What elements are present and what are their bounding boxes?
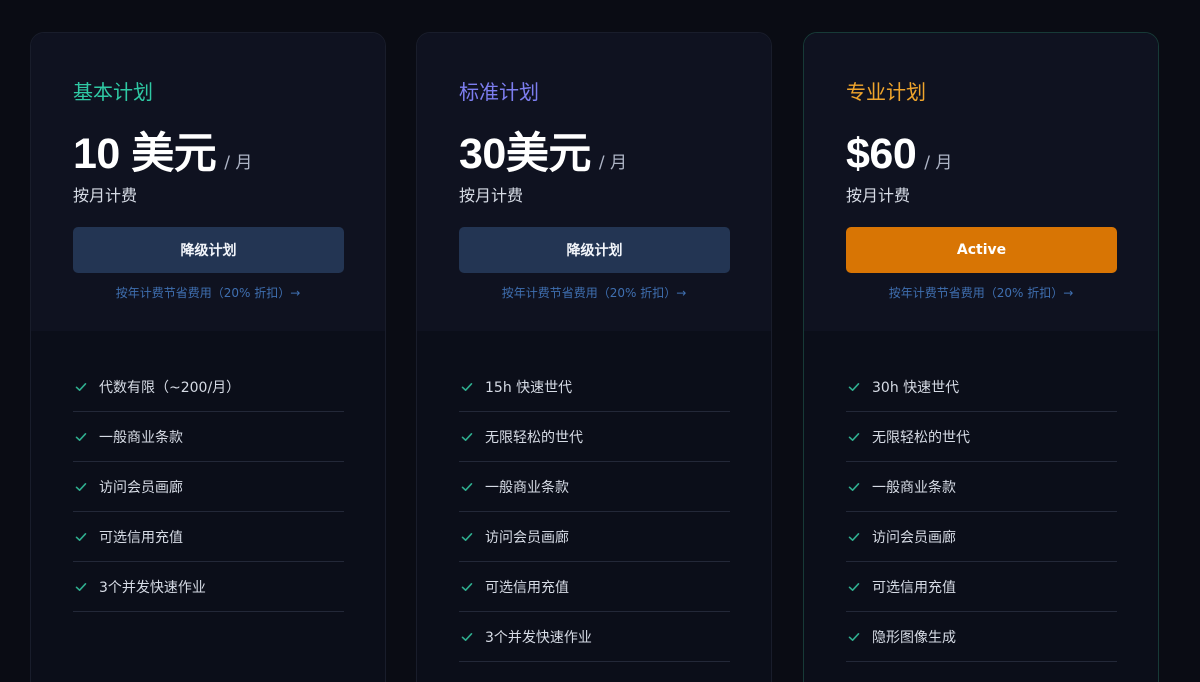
feature-text: 3个并发快速作业 xyxy=(485,629,592,646)
plan-price: 10 美元 xyxy=(73,130,217,178)
check-icon xyxy=(848,382,860,391)
feature-text: 一般商业条款 xyxy=(99,429,183,446)
check-icon xyxy=(75,382,87,391)
feature-text: 访问会员画廊 xyxy=(99,479,183,496)
plan-name: 基本计划 xyxy=(73,80,153,104)
downgrade-plan-button[interactable]: 降级计划 xyxy=(73,227,344,273)
check-icon xyxy=(461,482,473,491)
plan-price: 30美元 xyxy=(459,130,591,178)
annual-billing-link[interactable]: 按年计费节省费用（20% 折扣）→ xyxy=(804,285,1158,301)
feature-text: 一般商业条款 xyxy=(872,479,956,496)
feature-text: 访问会员画廊 xyxy=(872,529,956,546)
check-icon xyxy=(75,532,87,541)
check-icon xyxy=(461,382,473,391)
check-icon xyxy=(75,432,87,441)
annual-billing-link[interactable]: 按年计费节省费用（20% 折扣）→ xyxy=(417,285,771,301)
check-icon xyxy=(75,582,87,591)
downgrade-plan-button[interactable]: 降级计划 xyxy=(459,227,730,273)
feature-text: 3个并发快速作业 xyxy=(99,579,206,596)
feature-item: 访问会员画廊 xyxy=(459,512,730,562)
plan-card-pro: 专业计划 $60 / 月 按月计费 Active 按年计费节省费用（20% 折扣）… xyxy=(803,32,1159,682)
feature-text: 可选信用充值 xyxy=(485,579,569,596)
feature-item: 15h 快速世代 xyxy=(459,362,730,412)
plan-card-standard: 标准计划 30美元 / 月 按月计费 降级计划 按年计费节省费用（20% 折扣）→… xyxy=(416,32,772,682)
feature-item: 代数有限（~200/月） xyxy=(73,362,344,412)
feature-item: 一般商业条款 xyxy=(73,412,344,462)
check-icon xyxy=(75,482,87,491)
check-icon xyxy=(461,532,473,541)
annual-billing-link[interactable]: 按年计费节省费用（20% 折扣）→ xyxy=(31,285,385,301)
feature-text: 无限轻松的世代 xyxy=(485,429,583,446)
feature-text: 无限轻松的世代 xyxy=(872,429,970,446)
billing-cycle: 按月计费 xyxy=(846,186,911,205)
check-icon xyxy=(848,432,860,441)
pricing-page: 基本计划 10 美元 / 月 按月计费 降级计划 按年计费节省费用（20% 折扣）… xyxy=(0,0,1200,682)
check-icon xyxy=(848,482,860,491)
feature-text: 隐形图像生成 xyxy=(872,629,956,646)
feature-item: 访问会员画廊 xyxy=(846,512,1117,562)
feature-text: 15h 快速世代 xyxy=(485,379,573,396)
feature-item: 30h 快速世代 xyxy=(846,362,1117,412)
feature-item: 一般商业条款 xyxy=(459,462,730,512)
check-icon xyxy=(848,582,860,591)
feature-list: 代数有限（~200/月） 一般商业条款 访问会员画廊 可选信用充值 3个并发快速作业 xyxy=(73,362,344,612)
feature-list: 15h 快速世代 无限轻松的世代 一般商业条款 访问会员画廊 可选信用充值 3个并发快速作… xyxy=(459,362,730,662)
feature-text: 一般商业条款 xyxy=(485,479,569,496)
plan-card-basic: 基本计划 10 美元 / 月 按月计费 降级计划 按年计费节省费用（20% 折扣）… xyxy=(30,32,386,682)
price-row: 10 美元 / 月 xyxy=(73,129,252,179)
plan-name: 专业计划 xyxy=(846,80,926,104)
feature-item: 可选信用充值 xyxy=(459,562,730,612)
price-row: $60 / 月 xyxy=(846,129,952,179)
feature-text: 代数有限（~200/月） xyxy=(99,379,241,396)
feature-item: 3个并发快速作业 xyxy=(459,612,730,662)
price-period: / 月 xyxy=(924,153,953,173)
check-icon xyxy=(848,532,860,541)
price-period: / 月 xyxy=(598,153,627,173)
feature-item: 3个并发快速作业 xyxy=(73,562,344,612)
check-icon xyxy=(848,632,860,641)
plan-price: $60 xyxy=(846,130,917,178)
billing-cycle: 按月计费 xyxy=(459,186,524,205)
feature-text: 30h 快速世代 xyxy=(872,379,960,396)
price-row: 30美元 / 月 xyxy=(459,129,627,179)
feature-text: 可选信用充值 xyxy=(872,579,956,596)
check-icon xyxy=(461,632,473,641)
plan-name: 标准计划 xyxy=(459,80,539,104)
feature-text: 访问会员画廊 xyxy=(485,529,569,546)
check-icon xyxy=(461,582,473,591)
feature-item: 可选信用充值 xyxy=(73,512,344,562)
feature-item: 无限轻松的世代 xyxy=(459,412,730,462)
price-period: / 月 xyxy=(224,153,253,173)
feature-item: 无限轻松的世代 xyxy=(846,412,1117,462)
feature-list: 30h 快速世代 无限轻松的世代 一般商业条款 访问会员画廊 可选信用充值 隐形图像生成 xyxy=(846,362,1117,662)
feature-item: 一般商业条款 xyxy=(846,462,1117,512)
feature-text: 可选信用充值 xyxy=(99,529,183,546)
feature-item: 可选信用充值 xyxy=(846,562,1117,612)
check-icon xyxy=(461,432,473,441)
feature-item: 访问会员画廊 xyxy=(73,462,344,512)
feature-item: 隐形图像生成 xyxy=(846,612,1117,662)
billing-cycle: 按月计费 xyxy=(73,186,138,205)
active-plan-button[interactable]: Active xyxy=(846,227,1117,273)
